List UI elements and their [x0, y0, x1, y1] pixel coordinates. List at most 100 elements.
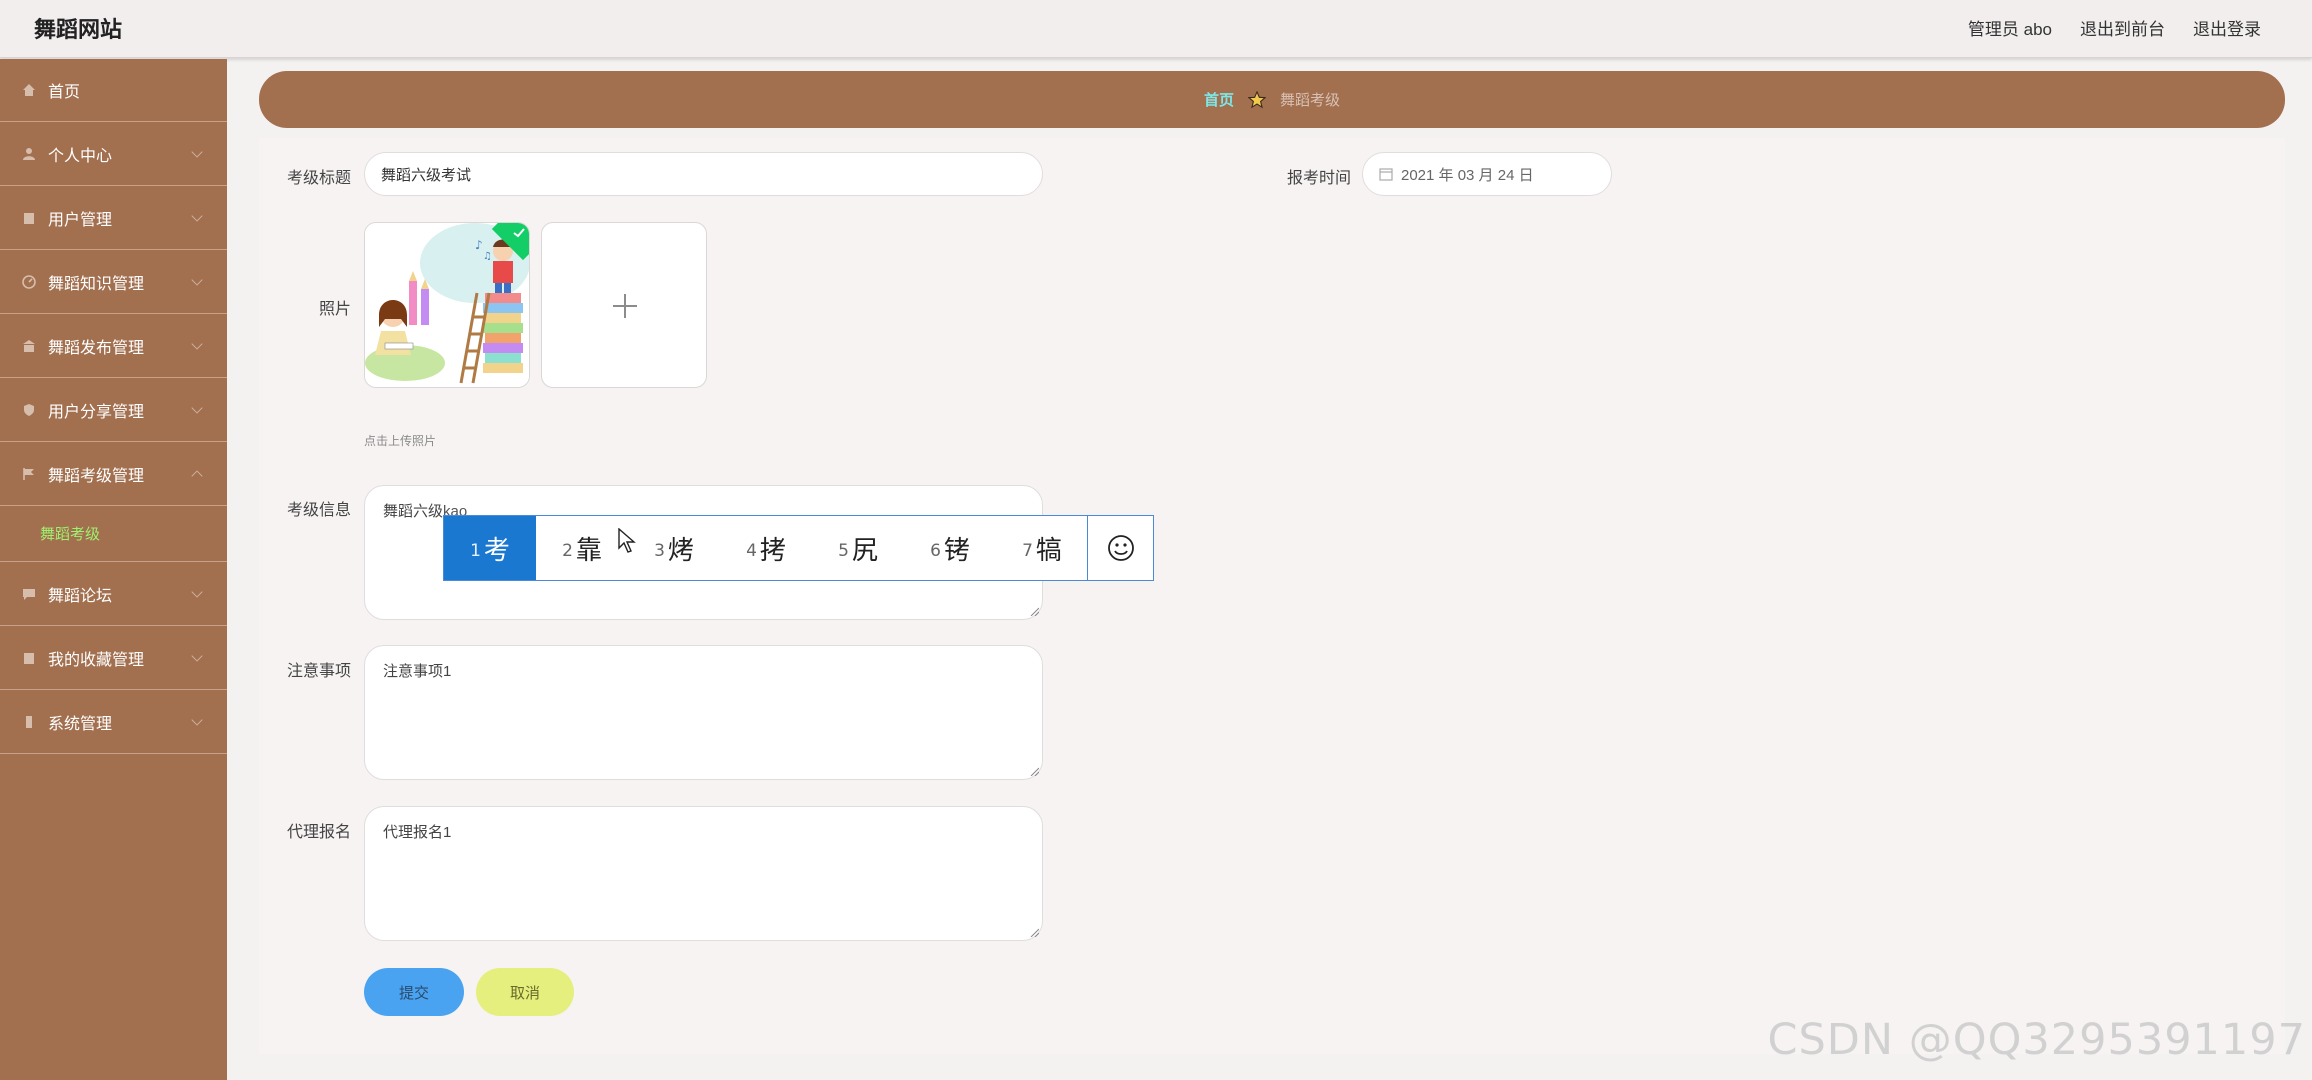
flag-icon	[23, 467, 34, 480]
candidate-number: 6	[930, 541, 941, 561]
date-label: 报考时间	[1286, 170, 1351, 187]
ime-emoji-button[interactable]	[1087, 516, 1153, 580]
candidate-number: 4	[746, 541, 757, 561]
sidebar-subitem-dance-exam[interactable]: 舞蹈考级	[0, 506, 227, 562]
candidate-char: 拷	[759, 535, 786, 566]
top-links: 管理员 abo 退出到前台 退出登录	[1968, 15, 2261, 40]
sidebar-item-home[interactable]: 首页	[0, 59, 227, 122]
admin-user-link[interactable]: 管理员 abo	[1968, 15, 2052, 40]
breadcrumb-current: 舞蹈考级	[1280, 92, 1341, 109]
site-brand: 舞蹈网站	[34, 17, 123, 42]
sidebar-item-dance-exam[interactable]: 舞蹈考级管理	[0, 442, 227, 506]
chevron-down-icon	[191, 586, 203, 598]
candidate-number: 1	[470, 541, 481, 561]
info-label: 考级信息	[286, 502, 351, 519]
tower-icon	[26, 715, 32, 728]
sidebar-item-dance-publish[interactable]: 舞蹈发布管理	[0, 314, 227, 378]
uploaded-photo[interactable]: ♪ ♫	[364, 222, 530, 388]
notes-textarea[interactable]: 注意事项1	[364, 645, 1043, 780]
sidebar-item-my-favorites[interactable]: 我的收藏管理	[0, 626, 227, 690]
plus-icon-vertical	[624, 294, 626, 318]
sidebar-item-user-share[interactable]: 用户分享管理	[0, 378, 227, 442]
notes-value: 注意事项1	[383, 663, 452, 680]
resize-handle-icon[interactable]	[1029, 927, 1039, 937]
candidate-char: 烤	[667, 535, 694, 566]
proxy-textarea[interactable]: 代理报名1	[364, 806, 1043, 941]
chevron-down-icon	[191, 402, 203, 414]
sidebar-item-label: 首页	[48, 84, 81, 101]
proxy-value: 代理报名1	[383, 824, 452, 841]
sidebar: 首页 个人中心 用户管理 舞蹈知识管理 舞蹈发布管理 用户分享管理 舞蹈考级管理…	[0, 59, 227, 1080]
sidebar-item-user-management[interactable]: 用户管理	[0, 186, 227, 250]
exit-to-frontend-link[interactable]: 退出到前台	[2080, 15, 2165, 40]
photo-label: 照片	[318, 301, 351, 318]
breadcrumb: 首页 舞蹈考级	[259, 71, 2285, 128]
chevron-up-icon	[191, 470, 203, 482]
chevron-down-icon	[191, 714, 203, 726]
notes-label: 注意事项	[286, 663, 351, 680]
sidebar-item-label: 系统管理	[48, 715, 113, 733]
sidebar-item-system-management[interactable]: 系统管理	[0, 690, 227, 754]
chevron-down-icon	[191, 650, 203, 662]
gauge-icon	[22, 274, 36, 289]
sidebar-item-personal-center[interactable]: 个人中心	[0, 122, 227, 186]
sidebar-item-dance-forum[interactable]: 舞蹈论坛	[0, 562, 227, 626]
star-icon	[1248, 90, 1266, 108]
ime-candidate-4[interactable]: 4拷	[720, 516, 812, 580]
logout-link[interactable]: 退出登录	[2193, 15, 2261, 40]
submit-button[interactable]: 提交	[364, 968, 464, 1016]
home-icon	[23, 84, 35, 96]
shield-icon	[24, 403, 34, 416]
info-value: 舞蹈六级	[383, 503, 444, 520]
mouse-cursor-icon	[618, 528, 636, 553]
sidebar-item-label: 我的收藏管理	[48, 651, 145, 669]
building-icon	[24, 652, 34, 664]
candidate-number: 3	[654, 541, 665, 561]
svg-text:♫: ♫	[483, 251, 492, 262]
candidate-char: 铐	[943, 535, 970, 566]
chevron-down-icon	[191, 146, 203, 158]
sidebar-item-label: 舞蹈发布管理	[48, 339, 145, 357]
title-input-value: 舞蹈六级考试	[381, 166, 472, 184]
chevron-down-icon	[191, 338, 203, 350]
sidebar-item-label: 用户分享管理	[48, 403, 145, 421]
candidate-number: 2	[562, 541, 573, 561]
resize-handle-icon[interactable]	[1029, 766, 1039, 776]
svg-text:♪: ♪	[475, 238, 483, 252]
title-label: 考级标题	[286, 170, 351, 187]
upload-hint: 点击上传照片	[364, 434, 437, 448]
ime-candidate-popup: 1考 2靠 3烤 4拷 5尻 6铐 7犒	[443, 515, 1154, 581]
title-input[interactable]: 舞蹈六级考试	[364, 152, 1043, 196]
calendar-icon	[1379, 168, 1393, 181]
upload-add-button[interactable]	[541, 222, 707, 388]
sidebar-item-dance-knowledge[interactable]: 舞蹈知识管理	[0, 250, 227, 314]
candidate-char: 尻	[851, 535, 878, 566]
candidate-number: 5	[838, 541, 849, 561]
ime-candidate-5[interactable]: 5尻	[812, 516, 904, 580]
user-icon	[23, 147, 35, 160]
ime-candidate-2[interactable]: 2靠	[536, 516, 628, 580]
candidate-number: 7	[1022, 541, 1033, 561]
candidate-char: 考	[483, 535, 510, 566]
ime-candidate-1[interactable]: 1考	[444, 516, 536, 580]
chat-icon	[23, 588, 35, 600]
sidebar-item-label: 舞蹈考级管理	[48, 467, 145, 485]
chevron-down-icon	[191, 210, 203, 222]
date-picker[interactable]: 2021 年 03 月 24 日	[1362, 152, 1612, 196]
check-icon	[513, 228, 525, 238]
sidebar-item-label: 个人中心	[48, 147, 113, 165]
building-icon	[24, 212, 34, 224]
candidate-char: 犒	[1035, 535, 1062, 566]
chevron-down-icon	[191, 274, 203, 286]
resize-handle-icon[interactable]	[1029, 606, 1039, 616]
cartoon-reading-illustration: ♪ ♫	[365, 223, 529, 387]
proxy-label: 代理报名	[286, 824, 351, 841]
cancel-button[interactable]: 取消	[476, 968, 574, 1016]
ime-candidate-6[interactable]: 6铐	[904, 516, 996, 580]
ime-candidate-7[interactable]: 7犒	[996, 516, 1088, 580]
watermark: CSDN @QQ3295391197	[1767, 1015, 2306, 1065]
breadcrumb-home[interactable]: 首页	[1204, 89, 1234, 110]
ime-candidate-3[interactable]: 3烤	[628, 516, 720, 580]
date-value: 2021 年 03 月 24 日	[1401, 166, 1534, 184]
sidebar-item-label: 舞蹈论坛	[48, 587, 113, 605]
